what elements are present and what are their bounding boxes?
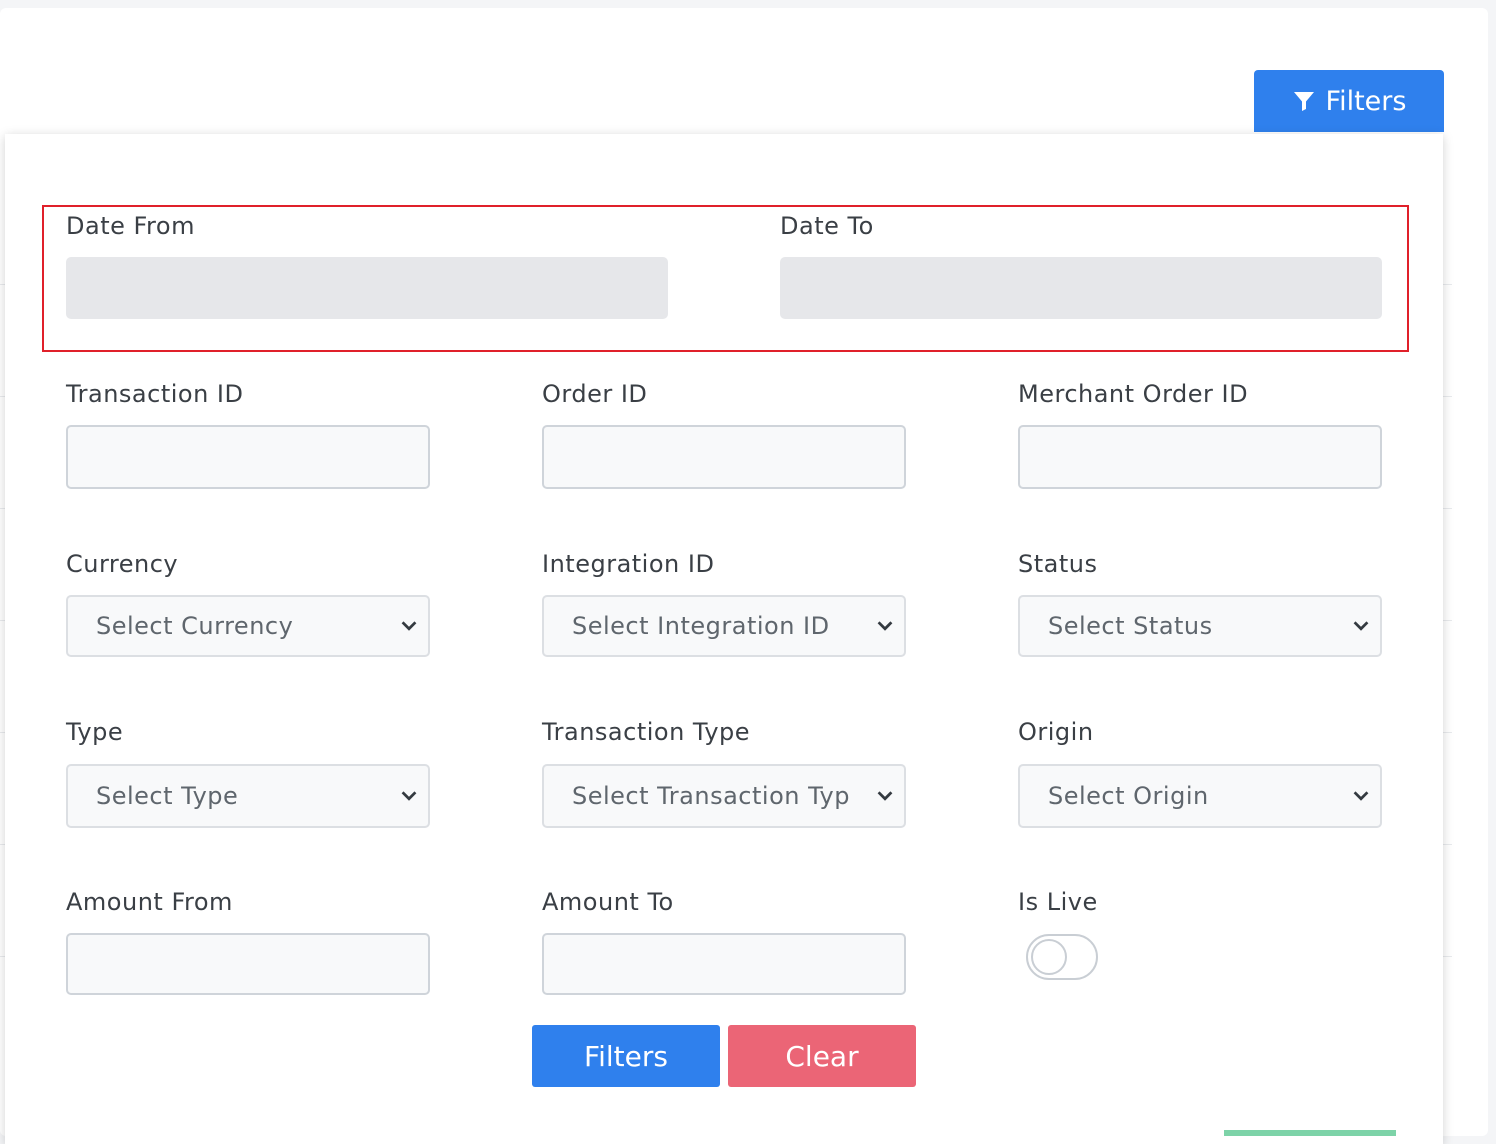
is-live-toggle[interactable]: [1026, 934, 1098, 980]
date-from-input[interactable]: [66, 257, 668, 319]
chevron-down-icon: [1353, 621, 1369, 631]
chevron-down-icon: [401, 791, 417, 801]
toggle-knob: [1031, 939, 1067, 975]
date-to-input[interactable]: [780, 257, 1382, 319]
status-select-value: Select Status: [1048, 612, 1213, 640]
filter-icon: [1293, 92, 1314, 111]
amount-from-label: Amount From: [66, 888, 233, 916]
integration-id-select[interactable]: Select Integration ID: [542, 595, 906, 657]
date-from-label: Date From: [66, 212, 195, 240]
chevron-down-icon: [1353, 791, 1369, 801]
integration-id-label: Integration ID: [542, 550, 715, 578]
transaction-type-select[interactable]: Select Transaction Typ: [542, 764, 906, 828]
origin-select[interactable]: Select Origin: [1018, 764, 1382, 828]
merchant-order-id-input[interactable]: [1018, 425, 1382, 489]
origin-select-value: Select Origin: [1048, 782, 1209, 810]
amount-to-input[interactable]: [542, 933, 906, 995]
transaction-type-select-value: Select Transaction Typ: [572, 782, 850, 810]
currency-select[interactable]: Select Currency: [66, 595, 430, 657]
is-live-label: Is Live: [1018, 888, 1098, 916]
filters-toggle-button[interactable]: Filters: [1254, 70, 1444, 132]
transaction-type-label: Transaction Type: [542, 718, 751, 746]
currency-select-value: Select Currency: [96, 612, 294, 640]
type-label: Type: [66, 718, 124, 746]
currency-label: Currency: [66, 550, 179, 578]
filters-toggle-label: Filters: [1325, 85, 1407, 117]
status-badge-peek: [1224, 1130, 1396, 1136]
order-id-label: Order ID: [542, 380, 648, 408]
transaction-id-label: Transaction ID: [66, 380, 244, 408]
apply-filters-button[interactable]: Filters: [532, 1025, 720, 1087]
integration-id-select-value: Select Integration ID: [572, 612, 830, 640]
chevron-down-icon: [401, 621, 417, 631]
date-to-label: Date To: [780, 212, 874, 240]
transaction-id-input[interactable]: [66, 425, 430, 489]
type-select[interactable]: Select Type: [66, 764, 430, 828]
merchant-order-id-label: Merchant Order ID: [1018, 380, 1249, 408]
order-id-input[interactable]: [542, 425, 906, 489]
origin-label: Origin: [1018, 718, 1094, 746]
amount-to-label: Amount To: [542, 888, 674, 916]
status-select[interactable]: Select Status: [1018, 595, 1382, 657]
amount-from-input[interactable]: [66, 933, 430, 995]
type-select-value: Select Type: [96, 782, 239, 810]
chevron-down-icon: [877, 791, 893, 801]
status-label: Status: [1018, 550, 1098, 578]
chevron-down-icon: [877, 621, 893, 631]
clear-filters-button[interactable]: Clear: [728, 1025, 916, 1087]
